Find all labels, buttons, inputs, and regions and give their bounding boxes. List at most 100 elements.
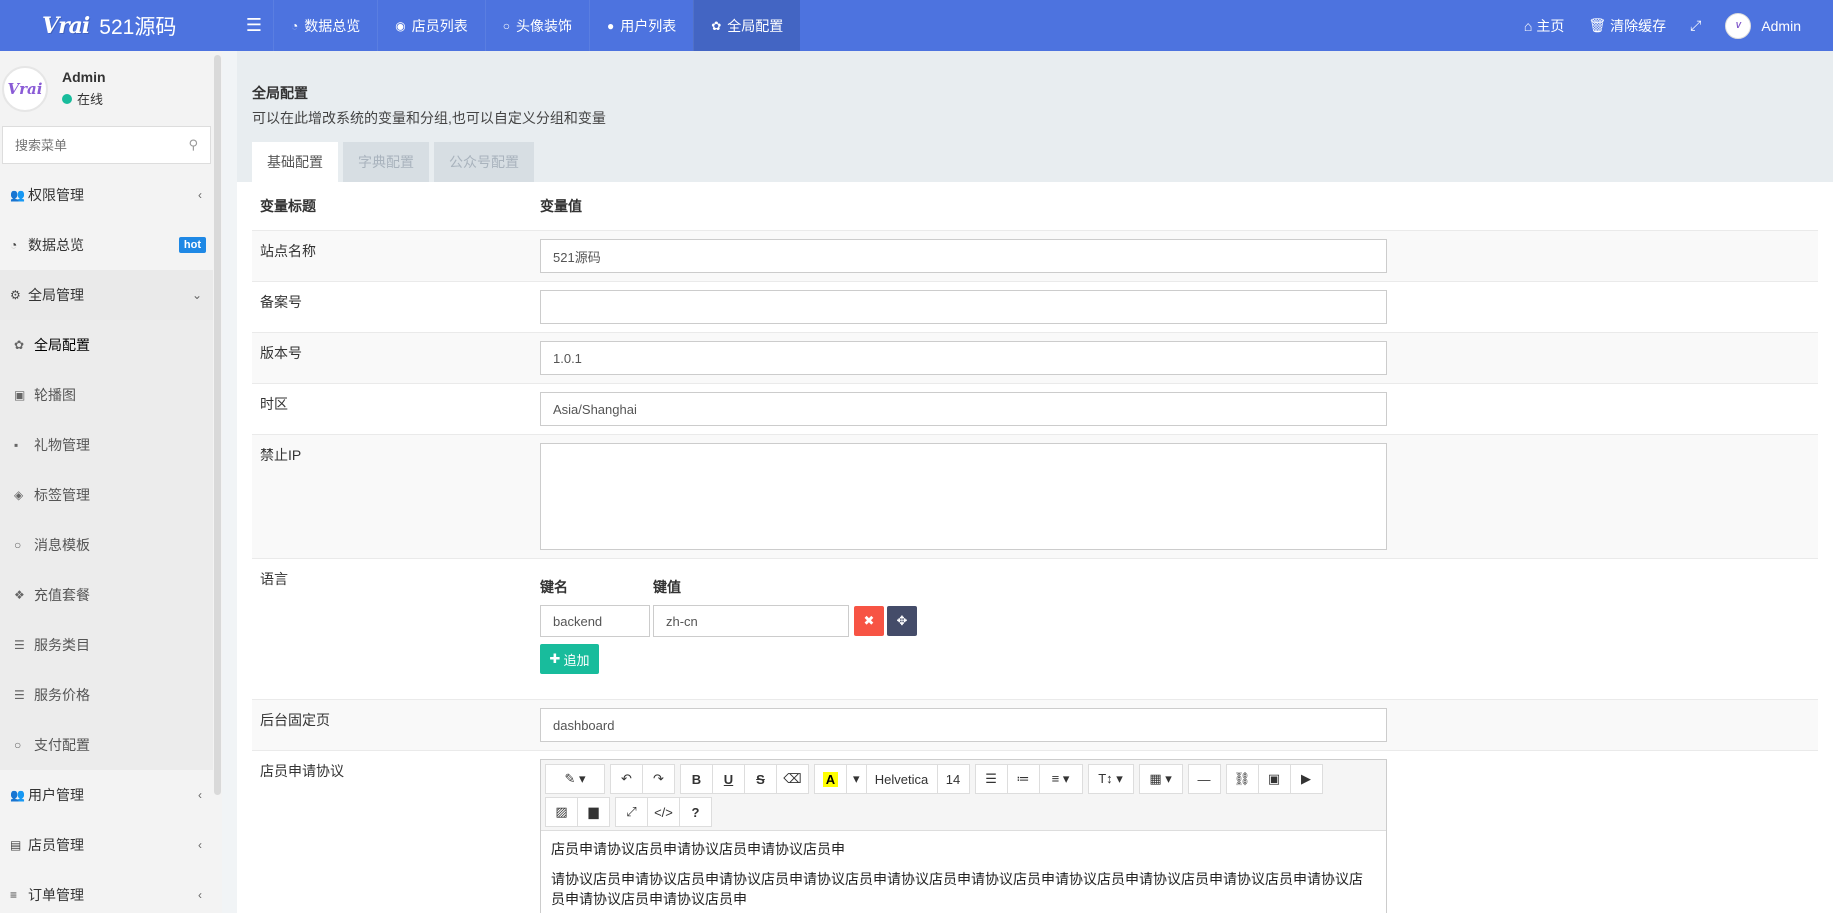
fixed-page-field[interactable]: dashboard xyxy=(540,708,1387,742)
search-icon[interactable]: ⚲ xyxy=(188,137,198,153)
bold-icon[interactable]: B xyxy=(680,764,713,794)
gear-icon: ✿ xyxy=(711,18,722,33)
logo[interactable]: Vrai 521源码 xyxy=(0,0,235,51)
top-tab-label: 全局配置 xyxy=(727,17,784,34)
line-height-icon[interactable]: T↕ ▾ xyxy=(1087,764,1134,794)
sidebar-item-global-config[interactable]: ✿ 全局配置 xyxy=(0,320,220,370)
undo-icon[interactable]: ↶ xyxy=(610,764,643,794)
admin-menu[interactable]: V Admin xyxy=(1713,12,1813,39)
avatar: V xyxy=(1725,12,1752,39)
color-dropdown-icon[interactable]: ▾ xyxy=(846,764,867,794)
sidebar-item-auth[interactable]: 👥 权限管理 ‹ xyxy=(0,170,220,220)
align-icon[interactable]: ≡ ▾ xyxy=(1038,764,1083,794)
beian-field[interactable] xyxy=(540,290,1387,324)
image-icon: ▣ xyxy=(14,388,26,402)
sidebar-item-user-mgmt[interactable]: 👥 用户管理 ‹ xyxy=(0,770,220,820)
tab-basic-config[interactable]: 基础配置 xyxy=(252,142,338,182)
sidebar-item-label: 支付配置 xyxy=(34,737,90,753)
underline-icon[interactable]: U xyxy=(712,764,745,794)
scrollbar-thumb[interactable] xyxy=(214,55,221,795)
sidebar-scrollbar[interactable] xyxy=(213,51,222,913)
home-link[interactable]: ⌂ 主页 xyxy=(1512,16,1576,36)
version-field[interactable]: 1.0.1 xyxy=(540,341,1387,375)
append-button[interactable]: ✚ 追加 xyxy=(540,644,599,674)
fullscreen-icon[interactable]: ⤢ xyxy=(615,797,648,827)
editor-paragraph: 店员申请协议店员申请协议店员申请协议店员申 xyxy=(551,841,845,857)
file-icon[interactable]: ▆ xyxy=(577,797,610,827)
sidebar-item-recharge[interactable]: ❖ 充值套餐 xyxy=(0,570,220,620)
row-label: 版本号 xyxy=(260,345,302,361)
sidebar-item-message-template[interactable]: ○ 消息模板 xyxy=(0,520,220,570)
language-value-field[interactable]: zh-cn xyxy=(653,605,849,637)
row-label: 站点名称 xyxy=(260,243,316,259)
sidebar-item-service-price[interactable]: ☰ 服务价格 xyxy=(0,670,220,720)
chevron-left-icon: ‹ xyxy=(198,788,202,802)
table-icon[interactable]: ▦ ▾ xyxy=(1138,764,1183,794)
top-tab-label: 用户列表 xyxy=(620,17,677,34)
tab-wechat-config[interactable]: 公众号配置 xyxy=(434,142,534,182)
font-size-select[interactable]: 14 xyxy=(936,764,970,794)
sidebar-item-label: 店员管理 xyxy=(28,837,84,853)
video-icon[interactable]: ▶ xyxy=(1289,764,1323,794)
unordered-list-icon[interactable]: ☰ xyxy=(974,764,1008,794)
font-family-select[interactable]: Helvetica xyxy=(865,764,938,794)
remove-entry-button[interactable]: ✖ xyxy=(854,606,884,636)
language-key-field[interactable]: backend xyxy=(540,605,650,637)
top-tab-user-list[interactable]: ● 用户列表 xyxy=(588,0,693,51)
top-tab-staff-list[interactable]: ◉ 店员列表 xyxy=(377,0,484,51)
clear-cache-button[interactable]: 🗑 清除缓存 xyxy=(1576,16,1678,36)
sidebar-item-payment-config[interactable]: ○ 支付配置 xyxy=(0,720,220,770)
sidebar-toggle-icon[interactable]: ☰ xyxy=(235,0,273,51)
sidebar-item-tags[interactable]: ◈ 标签管理 xyxy=(0,470,220,520)
cubes-icon: ❖ xyxy=(14,588,25,602)
sidebar-item-banner[interactable]: ▣ 轮播图 xyxy=(0,370,220,420)
site-name-field[interactable]: 521源码 xyxy=(540,239,1387,273)
id-card-icon: ▤ xyxy=(10,838,22,852)
horizontal-rule-icon[interactable]: — xyxy=(1187,764,1221,794)
user-status-label: 在线 xyxy=(77,92,104,107)
editor-toolbar: ✎ ▾ ↶ ↷ B U S ⌫ A ▾ Helvetica 14 ☰ ≔ ≡ ▾… xyxy=(541,760,1386,831)
insert-image-icon[interactable]: ▨ xyxy=(545,797,578,827)
editor-content[interactable]: 店员申请协议店员申请协议店员申请协议店员申 请协议店员申请协议店员申请协议店员申… xyxy=(541,831,1386,913)
list-icon: ☰ xyxy=(14,688,25,702)
table-row: 站点名称 521源码 xyxy=(252,230,1818,281)
page-description: 可以在此增改系统的变量和分组,也可以自定义分组和变量 xyxy=(252,110,606,126)
redo-icon[interactable]: ↷ xyxy=(642,764,675,794)
sidebar-item-service-category[interactable]: ☰ 服务类目 xyxy=(0,620,220,670)
strikethrough-icon[interactable]: S xyxy=(744,764,777,794)
row-label: 时区 xyxy=(260,396,288,412)
row-label: 禁止IP xyxy=(260,447,302,463)
circle-icon: ○ xyxy=(14,538,22,552)
sidebar-item-global[interactable]: ⚙ 全局管理 ⌄ xyxy=(0,270,220,320)
top-tab-global-config[interactable]: ✿ 全局配置 xyxy=(693,0,801,51)
fullscreen-button[interactable]: ⤢ xyxy=(1678,17,1713,34)
forbid-ip-textarea[interactable] xyxy=(540,443,1387,550)
link-icon[interactable]: ⛓ xyxy=(1225,764,1259,794)
user-icon: ● xyxy=(606,18,615,33)
sidebar-item-dashboard[interactable]: ◔ 数据总览 hot xyxy=(0,220,220,270)
language-value-header: 键值 xyxy=(653,579,681,595)
top-tab-dashboard[interactable]: ◔ 数据总览 xyxy=(273,0,377,51)
home-label: 主页 xyxy=(1536,17,1565,34)
ordered-list-icon[interactable]: ≔ xyxy=(1006,764,1040,794)
move-icon: ✥ xyxy=(896,613,908,628)
eraser-icon[interactable]: ⌫ xyxy=(776,764,809,794)
top-tab-avatar-decoration[interactable]: ○ 头像装饰 xyxy=(484,0,589,51)
editor-paragraph: 请协议店员申请协议店员申请协议店员申请协议店员申请协议店员申请协议店员申请协议店… xyxy=(551,871,1363,907)
menu-search: ⚲ xyxy=(2,126,211,164)
menu-search-input[interactable] xyxy=(15,137,175,153)
sidebar-item-gift[interactable]: ▪ 礼物管理 xyxy=(0,420,220,470)
drag-entry-handle[interactable]: ✥ xyxy=(887,606,917,636)
database-icon: ≡ xyxy=(10,888,18,902)
timezone-field[interactable]: Asia/Shanghai xyxy=(540,392,1387,426)
tab-dict-config[interactable]: 字典配置 xyxy=(343,142,429,182)
help-icon[interactable]: ? xyxy=(679,797,712,827)
sidebar-item-staff-mgmt[interactable]: ▤ 店员管理 ‹ xyxy=(0,820,220,870)
style-magic-icon[interactable]: ✎ ▾ xyxy=(545,764,605,794)
code-view-icon[interactable]: </> xyxy=(647,797,680,827)
sidebar-item-order-mgmt[interactable]: ≡ 订单管理 ‹ xyxy=(0,870,220,913)
image-icon[interactable]: ▣ xyxy=(1257,764,1291,794)
append-label: 追加 xyxy=(563,652,590,668)
rich-text-editor: ✎ ▾ ↶ ↷ B U S ⌫ A ▾ Helvetica 14 ☰ ≔ ≡ ▾… xyxy=(540,759,1387,913)
text-color-icon[interactable]: A xyxy=(814,764,847,794)
